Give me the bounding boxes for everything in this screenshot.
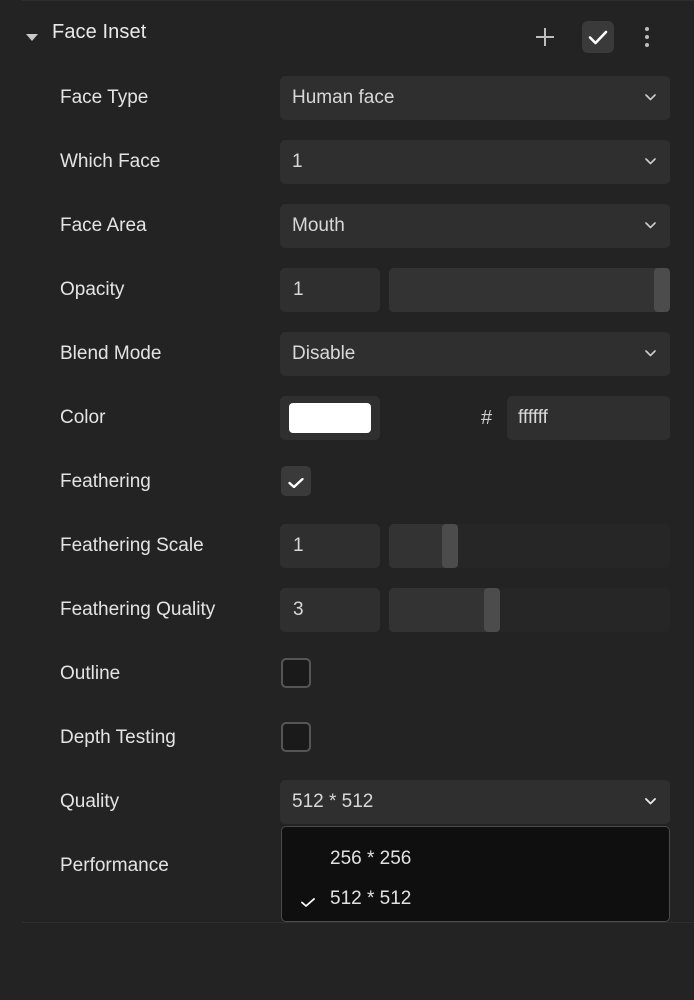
row-opacity: Opacity 1 [0,268,694,312]
menu-item-256[interactable]: 256 * 256 [282,839,669,879]
feathering-checkbox[interactable] [281,466,311,496]
outline-checkbox[interactable] [281,658,311,688]
row-label: Performance [60,855,169,876]
hex-value: ffffff [518,407,548,428]
depth-testing-checkbox[interactable] [281,722,311,752]
numeric-value: 3 [293,599,304,620]
menu-item-512[interactable]: 512 * 512 [282,879,669,919]
face-inset-panel: Face Inset Face Type Human face Which Fa… [0,0,694,1000]
feathering-quality-input[interactable]: 3 [280,588,380,632]
select-value: Human face [292,87,395,108]
row-label: Blend Mode [60,343,162,364]
row-label: Color [60,407,106,428]
slider-fill [389,588,493,632]
feathering-scale-slider[interactable] [389,524,670,568]
row-feathering-scale: Feathering Scale 1 [0,524,694,568]
select-value: Disable [292,343,356,364]
kebab-menu-icon [645,27,649,47]
kebab-menu-button[interactable] [631,21,663,53]
select-value: Mouth [292,215,345,236]
menu-item-label: 512 * 512 [330,888,412,909]
check-icon [288,475,304,489]
row-label: Feathering [60,471,151,492]
chevron-down-icon [645,158,656,165]
row-label: Opacity [60,279,125,300]
chevron-down-icon [645,94,656,101]
face-type-select[interactable]: Human face [280,76,670,120]
page-title: Face Inset [52,21,147,43]
numeric-value: 1 [293,535,304,556]
row-depth-testing: Depth Testing [0,716,694,760]
row-blend-mode: Blend Mode Disable [0,332,694,376]
slider-handle[interactable] [484,588,501,632]
plus-icon [536,28,554,46]
select-value: 1 [292,151,303,172]
row-label: Depth Testing [60,727,176,748]
slider-handle[interactable] [442,524,458,568]
menu-item-label: 256 * 256 [330,848,412,869]
panel-bottom-divider [22,922,694,923]
row-label: Face Area [60,215,147,236]
color-picker-button[interactable] [280,396,380,440]
triangle-down-icon[interactable] [24,29,40,45]
row-which-face: Which Face 1 [0,140,694,184]
which-face-select[interactable]: 1 [280,140,670,184]
row-face-area: Face Area Mouth [0,204,694,248]
hash-label: # [481,407,493,429]
face-area-select[interactable]: Mouth [280,204,670,248]
row-label: Face Type [60,87,149,108]
row-feathering-quality: Feathering Quality 3 [0,588,694,632]
slider-fill [389,268,662,312]
panel-header: Face Inset [0,14,694,60]
row-outline: Outline [0,652,694,696]
quality-select[interactable]: 512 * 512 [280,780,670,824]
check-icon [588,30,608,44]
enable-toggle-button[interactable] [582,21,614,53]
row-label: Feathering Quality [60,599,216,620]
row-quality: Quality 512 * 512 [0,780,694,824]
opacity-input[interactable]: 1 [280,268,380,312]
row-label: Outline [60,663,121,684]
blend-mode-select[interactable]: Disable [280,332,670,376]
feathering-scale-input[interactable]: 1 [280,524,380,568]
quality-dropdown-menu: 256 * 256 512 * 512 [281,826,670,922]
hex-field[interactable]: ffffff [507,396,670,440]
row-label: Feathering Scale [60,535,204,556]
chevron-down-icon [645,350,656,357]
feathering-quality-slider[interactable] [389,588,670,632]
numeric-value: 1 [293,279,304,300]
color-swatch[interactable] [289,403,371,433]
opacity-slider[interactable] [389,268,670,312]
chevron-down-icon [645,222,656,229]
row-label: Quality [60,791,120,812]
row-color: Color # ffffff [0,396,694,440]
check-icon [301,894,315,907]
slider-fill [389,524,450,568]
row-feathering: Feathering [0,460,694,504]
row-face-type: Face Type Human face [0,76,694,120]
panel-top-divider [22,0,694,1]
chevron-down-icon [645,798,656,805]
add-button[interactable] [529,21,561,53]
slider-handle[interactable] [654,268,670,312]
select-value: 512 * 512 [292,791,374,812]
row-label: Which Face [60,151,161,172]
